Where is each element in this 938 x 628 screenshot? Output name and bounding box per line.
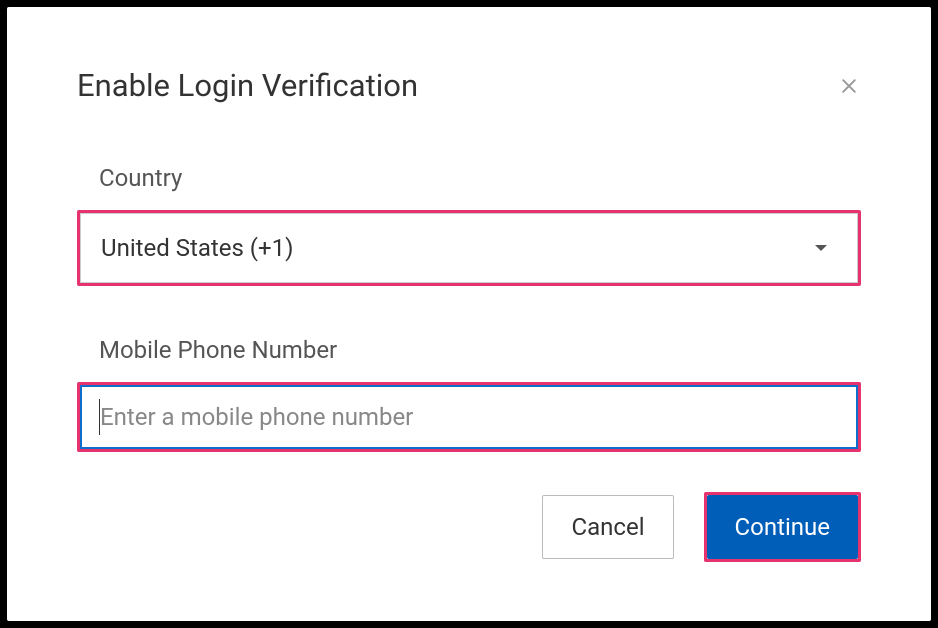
country-select[interactable]: United States (+1) — [80, 213, 858, 283]
dialog-title: Enable Login Verification — [77, 67, 418, 104]
country-label: Country — [77, 164, 861, 192]
phone-input[interactable] — [80, 385, 858, 449]
phone-label: Mobile Phone Number — [77, 336, 861, 364]
close-icon[interactable] — [837, 74, 861, 98]
login-verification-dialog: Enable Login Verification Country United… — [7, 7, 931, 621]
country-form-group: Country United States (+1) — [77, 164, 861, 286]
dialog-header: Enable Login Verification — [77, 67, 861, 104]
text-cursor — [99, 399, 100, 435]
phone-highlight — [77, 382, 861, 452]
chevron-down-icon — [815, 245, 827, 251]
phone-form-group: Mobile Phone Number — [77, 336, 861, 452]
country-highlight: United States (+1) — [77, 210, 861, 286]
button-row: Cancel Continue — [77, 492, 861, 562]
cancel-button[interactable]: Cancel — [542, 495, 673, 559]
continue-button[interactable]: Continue — [707, 495, 858, 559]
continue-highlight: Continue — [704, 492, 861, 562]
phone-input-wrapper — [80, 385, 858, 449]
country-select-value: United States (+1) — [101, 234, 815, 262]
